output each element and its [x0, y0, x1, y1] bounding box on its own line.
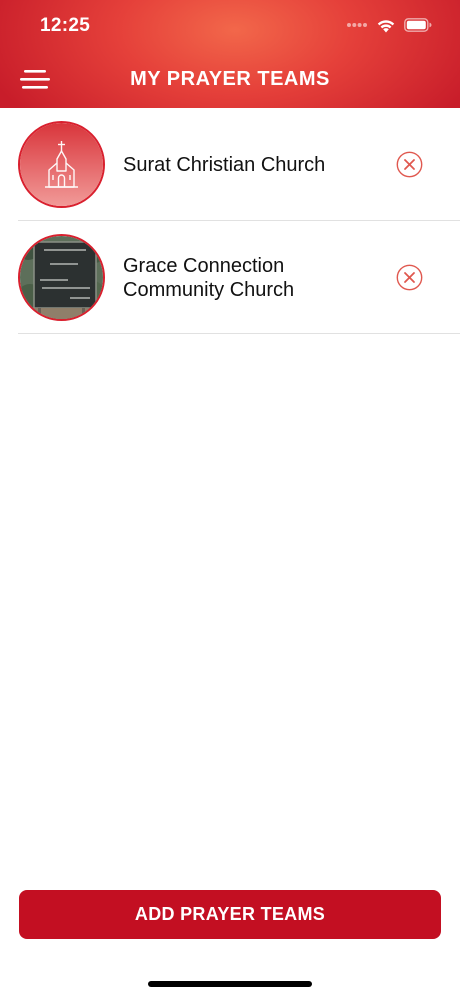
home-indicator[interactable]	[148, 981, 312, 987]
team-name: Grace Connection Community Church	[123, 254, 295, 301]
team-row[interactable]: Grace Connection Community Church	[18, 221, 460, 334]
battery-icon	[404, 18, 432, 32]
remove-team-button[interactable]	[396, 151, 423, 178]
status-icons	[346, 15, 432, 35]
church-sign-photo	[20, 236, 103, 319]
team-row[interactable]: Surat Christian Church	[18, 108, 460, 221]
close-circle-icon	[396, 264, 423, 291]
page-title: MY PRAYER TEAMS	[130, 68, 330, 90]
status-bar: 12:25	[0, 0, 460, 50]
header: 12:25 MY PRAYER TEAMS	[0, 0, 460, 108]
my-prayer-teams-screen: 12:25 MY PRAYER TEAMS Surat Christian Ch…	[0, 0, 460, 996]
status-time: 12:25	[40, 15, 91, 36]
team-avatar	[18, 234, 105, 321]
signal-dots-icon	[346, 22, 368, 28]
prayer-team-list: Surat Christian Church Grace Connection …	[18, 108, 460, 334]
team-avatar	[18, 121, 105, 208]
close-circle-icon	[396, 151, 423, 178]
church-icon	[20, 123, 103, 206]
team-name: Surat Christian Church	[123, 153, 326, 176]
wifi-icon	[376, 18, 396, 33]
remove-team-button[interactable]	[396, 264, 423, 291]
add-prayer-teams-button[interactable]: ADD PRAYER TEAMS	[19, 890, 441, 939]
